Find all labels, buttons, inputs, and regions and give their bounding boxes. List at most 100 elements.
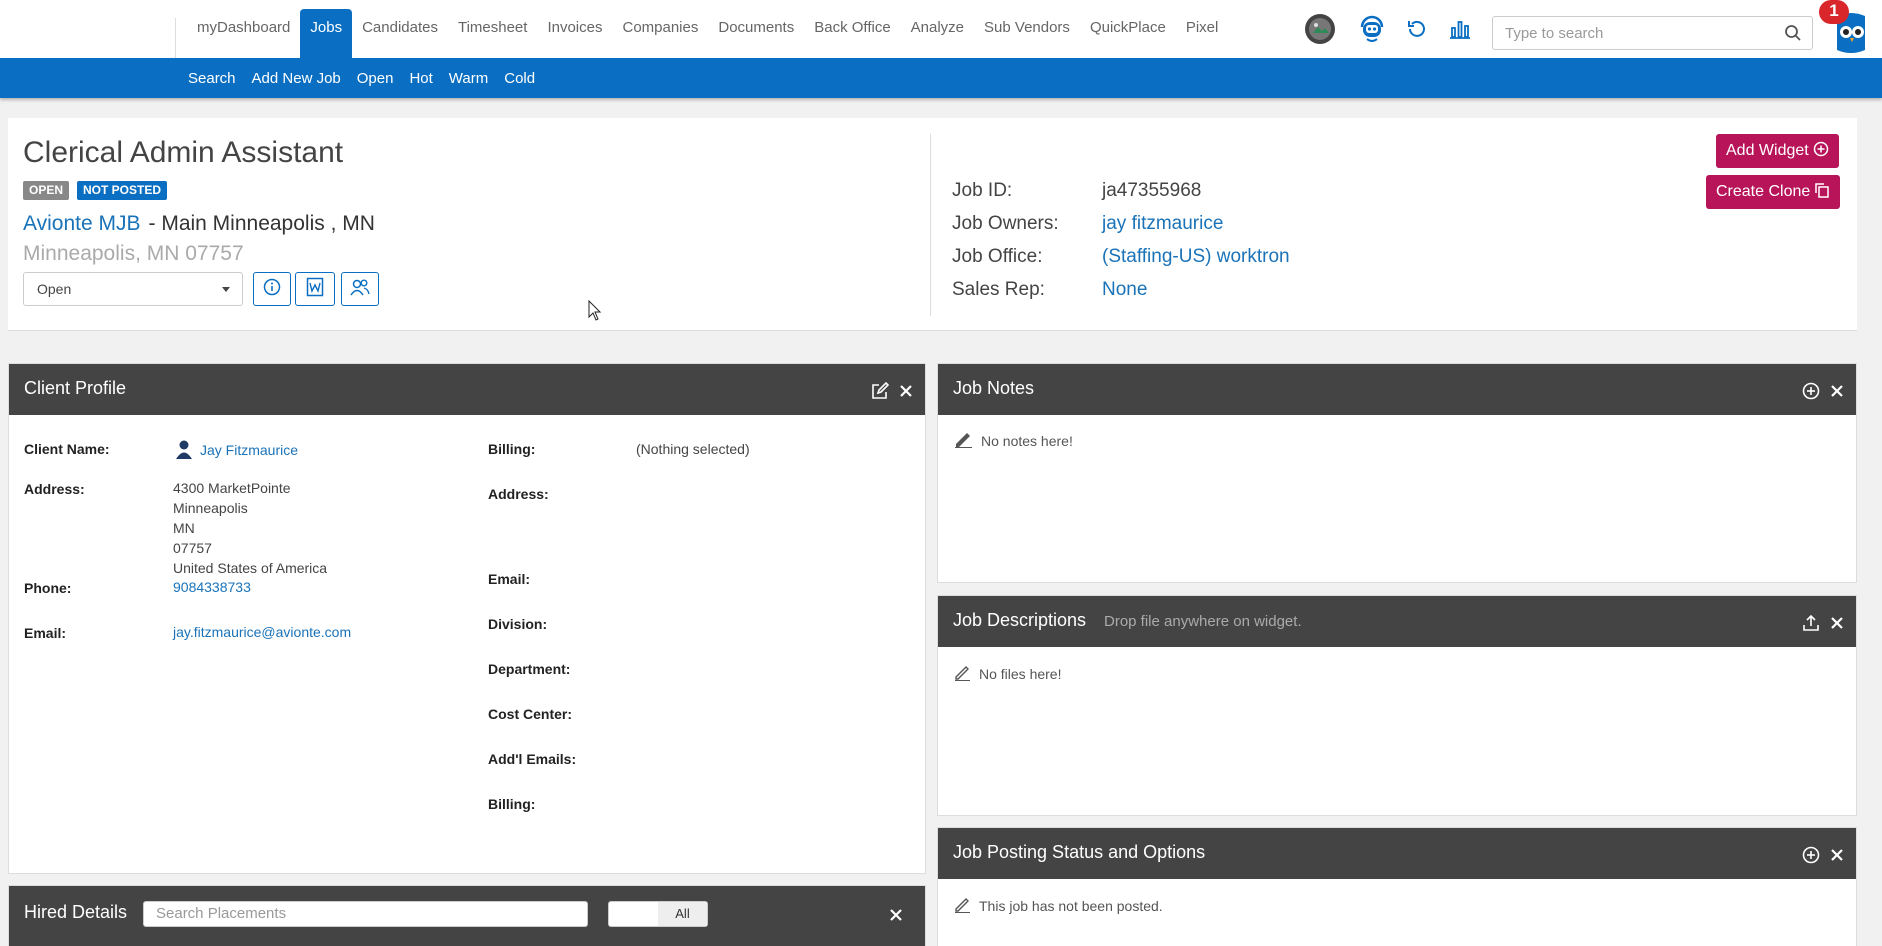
robot-icon[interactable] bbox=[1356, 13, 1388, 45]
nav-item-analyze[interactable]: Analyze bbox=[901, 9, 974, 58]
job-header-card: Clerical Admin Assistant OPEN NOT POSTED… bbox=[8, 118, 1857, 331]
division-label: Division: bbox=[488, 616, 548, 632]
close-icon[interactable] bbox=[889, 908, 903, 927]
nav-item-companies[interactable]: Companies bbox=[612, 9, 708, 58]
client-name-link[interactable]: Jay Fitzmaurice bbox=[200, 442, 298, 458]
subnav-open[interactable]: Open bbox=[349, 70, 402, 87]
job-id-label: Job ID: bbox=[952, 180, 1013, 201]
email-label: Email: bbox=[24, 625, 67, 641]
nav-item-pixel[interactable]: Pixel bbox=[1176, 9, 1229, 58]
company-line: Avionte MJB - Main Minneapolis , MN bbox=[23, 212, 375, 236]
subnav-search[interactable]: Search bbox=[180, 70, 244, 87]
contacts-button[interactable] bbox=[341, 272, 379, 306]
create-clone-button[interactable]: Create Clone bbox=[1706, 175, 1841, 209]
plus-circle-icon[interactable] bbox=[1802, 846, 1820, 869]
job-owners-label: Job Owners: bbox=[952, 213, 1059, 234]
edit-icon[interactable] bbox=[871, 381, 890, 405]
phone-label: Phone: bbox=[24, 580, 72, 596]
job-owners-link[interactable]: jay fitzmaurice bbox=[1102, 213, 1223, 235]
status-badge-not-posted: NOT POSTED bbox=[77, 181, 168, 200]
addl-emails-label: Add'l Emails: bbox=[488, 751, 577, 767]
cost-center-label: Cost Center: bbox=[488, 706, 573, 722]
plus-circle-icon bbox=[1813, 141, 1829, 162]
nav-item-quickplace[interactable]: QuickPlace bbox=[1080, 9, 1176, 58]
nav-item-mydashboard[interactable]: myDashboard bbox=[187, 9, 300, 58]
job-notes-actions bbox=[1802, 382, 1844, 405]
notification-badge[interactable]: 1 bbox=[1819, 0, 1849, 24]
job-office-label: Job Office: bbox=[952, 246, 1043, 267]
close-icon[interactable] bbox=[1830, 616, 1844, 635]
subnav-hot[interactable]: Hot bbox=[401, 70, 440, 87]
mouse-cursor-icon bbox=[588, 299, 602, 327]
nav-item-candidates[interactable]: Candidates bbox=[352, 9, 448, 58]
job-posting-empty-text: This job has not been posted. bbox=[979, 897, 1163, 914]
address-line-5: United States of America bbox=[173, 560, 328, 576]
job-status-value: Open bbox=[37, 281, 72, 297]
chevron-down-icon bbox=[222, 287, 230, 292]
sales-rep-link[interactable]: None bbox=[1102, 279, 1147, 301]
nav-separator bbox=[175, 18, 176, 58]
job-descriptions-actions bbox=[1802, 614, 1844, 637]
client-profile-actions bbox=[871, 381, 913, 405]
company-branch: - Main Minneapolis , MN bbox=[148, 212, 375, 235]
address-line-3: MN bbox=[173, 520, 195, 536]
job-office-link[interactable]: (Staffing-US) worktron bbox=[1102, 246, 1290, 268]
job-location: Minneapolis, MN 07757 bbox=[23, 242, 244, 265]
nav-menu: myDashboard Jobs Candidates Timesheet In… bbox=[187, 9, 1228, 58]
refresh-icon[interactable] bbox=[1404, 13, 1430, 45]
header-divider bbox=[930, 134, 931, 316]
hired-details-actions bbox=[889, 908, 903, 927]
close-icon[interactable] bbox=[1830, 848, 1844, 867]
hired-details-widget: Hired Details Search Placements All bbox=[8, 885, 926, 946]
nav-item-timesheet[interactable]: Timesheet bbox=[448, 9, 537, 58]
avatar-icon[interactable] bbox=[1304, 13, 1336, 45]
bar-chart-icon[interactable] bbox=[1447, 13, 1473, 45]
job-status-select[interactable]: Open bbox=[23, 272, 243, 306]
copy-icon bbox=[1814, 182, 1830, 203]
word-doc-button[interactable] bbox=[295, 272, 335, 306]
client-profile-title: Client Profile bbox=[24, 378, 127, 398]
client-name-label: Client Name: bbox=[24, 441, 110, 457]
job-descriptions-header: Job Descriptions Drop file anywhere on w… bbox=[938, 596, 1856, 647]
users-icon bbox=[350, 278, 370, 301]
address-label: Address: bbox=[24, 481, 85, 497]
placements-filter-toggle[interactable]: All bbox=[608, 901, 708, 927]
top-navigation: myDashboard Jobs Candidates Timesheet In… bbox=[0, 0, 1882, 58]
nav-item-invoices[interactable]: Invoices bbox=[537, 9, 612, 58]
job-descriptions-title: Job Descriptions bbox=[953, 610, 1087, 630]
search-icon[interactable] bbox=[1784, 24, 1802, 47]
job-notes-empty-text: No notes here! bbox=[981, 432, 1073, 449]
create-clone-label: Create Clone bbox=[1716, 183, 1811, 200]
global-search[interactable] bbox=[1492, 16, 1813, 50]
info-button[interactable] bbox=[253, 272, 291, 306]
toggle-all-option[interactable]: All bbox=[658, 902, 707, 926]
search-placements-input[interactable]: Search Placements bbox=[143, 901, 588, 927]
subnav-cold[interactable]: Cold bbox=[496, 70, 543, 87]
billing-address-label: Address: bbox=[488, 486, 549, 502]
nav-item-back-office[interactable]: Back Office bbox=[804, 9, 900, 58]
global-search-input[interactable] bbox=[1493, 17, 1773, 49]
subnav-warm[interactable]: Warm bbox=[441, 70, 496, 87]
add-widget-button[interactable]: Add Widget bbox=[1716, 134, 1839, 168]
close-icon[interactable] bbox=[1830, 384, 1844, 403]
toggle-off-half[interactable] bbox=[609, 902, 658, 926]
pencil-icon bbox=[953, 430, 973, 451]
sub-navigation: Search Add New Job Open Hot Warm Cold bbox=[0, 58, 1882, 98]
nav-item-documents[interactable]: Documents bbox=[708, 9, 804, 58]
hired-details-title: Hired Details bbox=[24, 902, 128, 922]
add-widget-label: Add Widget bbox=[1726, 142, 1809, 159]
upload-icon[interactable] bbox=[1802, 614, 1820, 637]
hired-details-header: Hired Details Search Placements All bbox=[9, 886, 925, 946]
job-descriptions-empty-text: No files here! bbox=[979, 665, 1062, 682]
nav-item-jobs[interactable]: Jobs bbox=[300, 9, 353, 58]
company-link[interactable]: Avionte MJB bbox=[23, 212, 141, 235]
billing-secondary-label: Billing: bbox=[488, 796, 536, 812]
nav-item-sub-vendors[interactable]: Sub Vendors bbox=[974, 9, 1080, 58]
phone-link[interactable]: 9084338733 bbox=[173, 579, 251, 595]
plus-circle-icon[interactable] bbox=[1802, 382, 1820, 405]
subnav-add-new-job[interactable]: Add New Job bbox=[244, 70, 349, 87]
billing-email-label: Email: bbox=[488, 571, 531, 587]
email-link[interactable]: jay.fitzmaurice@avionte.com bbox=[173, 624, 351, 640]
job-descriptions-hint: Drop file anywhere on widget. bbox=[1104, 613, 1302, 630]
close-icon[interactable] bbox=[899, 384, 913, 403]
